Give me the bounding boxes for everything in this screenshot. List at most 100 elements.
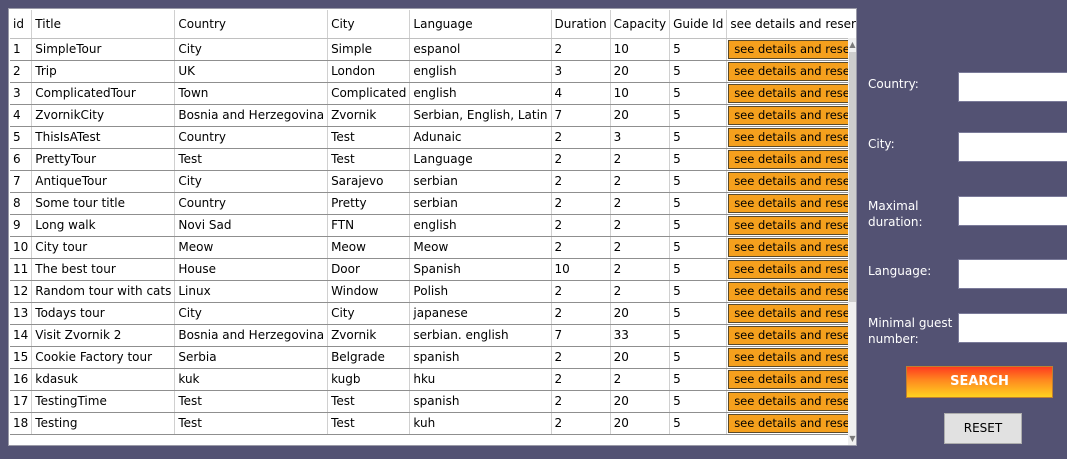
cell-title: Trip [31, 60, 176, 83]
table-row[interactable]: 3 ComplicatedTour Town Complicated english 4 1… [10, 82, 856, 105]
cell-reserve: see details and reserve [726, 236, 856, 259]
cell-guide-id: 5 [669, 60, 728, 83]
see-details-reserve-button[interactable]: see details and reserve [728, 347, 856, 367]
see-details-reserve-button[interactable]: see details and reserve [728, 127, 856, 147]
cell-country: City [174, 302, 329, 325]
cell-reserve: see details and reserve [726, 170, 856, 193]
see-details-reserve-button[interactable]: see details and reserve [728, 259, 856, 279]
cell-country: City [174, 170, 329, 193]
reset-button[interactable]: RESET [944, 413, 1022, 444]
column-header-country[interactable]: Country [174, 10, 329, 39]
cell-duration: 2 [551, 148, 611, 171]
cell-title: ZvornikCity [31, 104, 176, 127]
table-row[interactable]: 15 Cookie Factory tour Serbia Belgrade spani… [10, 346, 856, 369]
see-details-reserve-button[interactable]: see details and reserve [728, 413, 856, 433]
language-input[interactable] [958, 259, 1067, 289]
cell-city: City [327, 302, 411, 325]
column-header-capacity[interactable]: Capacity [610, 10, 671, 39]
search-button[interactable]: SEARCH [906, 366, 1053, 398]
column-header-id[interactable]: id [10, 10, 33, 39]
cell-id: 8 [10, 192, 33, 215]
min-guests-input[interactable] [958, 313, 1067, 343]
cell-language: spanish [409, 346, 552, 369]
cell-language: hku [409, 368, 552, 391]
cell-duration: 2 [551, 236, 611, 259]
cell-reserve: see details and reserve [726, 302, 856, 325]
city-input[interactable] [958, 132, 1067, 162]
table-row[interactable]: 17 TestingTime Test Test spanish 2 20 5 see deta… [10, 390, 856, 413]
see-details-reserve-button[interactable]: see details and reserve [728, 149, 856, 169]
see-details-reserve-button[interactable]: see details and reserve [728, 391, 856, 411]
scroll-up-icon[interactable]: ▲ [848, 38, 856, 52]
table-row[interactable]: 18 Testing Test Test kuh 2 20 5 see details and … [10, 412, 856, 435]
see-details-reserve-button[interactable]: see details and reserve [728, 281, 856, 301]
cell-city: Test [327, 390, 411, 413]
cell-title: ComplicatedTour [31, 82, 176, 105]
cell-city: Belgrade [327, 346, 411, 369]
table-row[interactable]: 10 City tour Meow Meow Meow 2 2 5 see details an… [10, 236, 856, 259]
cell-city: Test [327, 412, 411, 435]
max-duration-label: Maximal duration: [868, 198, 923, 230]
cell-capacity: 20 [610, 346, 671, 369]
cell-country: Test [174, 412, 329, 435]
table-row[interactable]: 7 AntiqueTour City Sarajevo serbian 2 2 5 see de… [10, 170, 856, 193]
see-details-reserve-button[interactable]: see details and reserve [728, 171, 856, 191]
scroll-down-icon[interactable]: ▼ [848, 432, 856, 445]
column-header-language[interactable]: Language [409, 10, 552, 39]
cell-title: Cookie Factory tour [31, 346, 176, 369]
cell-capacity: 2 [610, 192, 671, 215]
cell-id: 2 [10, 60, 33, 83]
country-input[interactable] [958, 72, 1067, 102]
see-details-reserve-button[interactable]: see details and reserve [728, 39, 856, 59]
see-details-reserve-button[interactable]: see details and reserve [728, 83, 856, 103]
table-row[interactable]: 8 Some tour title Country Pretty serbian 2 2 5 s… [10, 192, 856, 215]
column-header-reserve[interactable]: see details and reserve [726, 10, 856, 39]
see-details-reserve-button[interactable]: see details and reserve [728, 105, 856, 125]
cell-title: ThisIsATest [31, 126, 176, 149]
cell-guide-id: 5 [669, 236, 728, 259]
see-details-reserve-button[interactable]: see details and reserve [728, 215, 856, 235]
cell-language: Adunaic [409, 126, 552, 149]
cell-title: The best tour [31, 258, 176, 281]
cell-city: Door [327, 258, 411, 281]
table-row[interactable]: 5 ThisIsATest Country Test Adunaic 2 3 5 see det… [10, 126, 856, 149]
cell-capacity: 2 [610, 214, 671, 237]
table-row[interactable]: 1 SimpleTour City Simple espanol 2 10 5 see deta… [10, 38, 856, 61]
cell-country: Bosnia and Herzegovina [174, 324, 329, 347]
table-row[interactable]: 11 The best tour House Door Spanish 10 2 5 see d… [10, 258, 856, 281]
table-row[interactable]: 4 ZvornikCity Bosnia and Herzegovina Zvorni… [10, 104, 856, 127]
cell-capacity: 20 [610, 390, 671, 413]
see-details-reserve-button[interactable]: see details and reserve [728, 369, 856, 389]
cell-guide-id: 5 [669, 258, 728, 281]
column-header-duration[interactable]: Duration [551, 10, 611, 39]
cell-guide-id: 5 [669, 192, 728, 215]
table-row[interactable]: 6 PrettyTour Test Test Language 2 2 5 see detail… [10, 148, 856, 171]
cell-country: UK [174, 60, 329, 83]
cell-language: english [409, 82, 552, 105]
cell-title: kdasuk [31, 368, 176, 391]
see-details-reserve-button[interactable]: see details and reserve [728, 325, 856, 345]
table-row[interactable]: 16 kdasuk kuk kugb hku 2 2 5 see details and res… [10, 368, 856, 391]
cell-id: 10 [10, 236, 33, 259]
cell-id: 14 [10, 324, 33, 347]
column-header-city[interactable]: City [327, 10, 411, 39]
vertical-scrollbar[interactable]: ▲ ▼ [848, 38, 856, 445]
cell-city: Test [327, 148, 411, 171]
cell-guide-id: 5 [669, 170, 728, 193]
table-row[interactable]: 2 Trip UK London english 3 20 5 see details and … [10, 60, 856, 83]
see-details-reserve-button[interactable]: see details and reserve [728, 61, 856, 81]
column-header-title[interactable]: Title [31, 10, 176, 39]
table-row[interactable]: 12 Random tour with cats Linux Window Polish… [10, 280, 856, 303]
table-row[interactable]: 9 Long walk Novi Sad FTN english 2 2 5 see detai… [10, 214, 856, 237]
cell-id: 9 [10, 214, 33, 237]
cell-reserve: see details and reserve [726, 412, 856, 435]
table-row[interactable]: 14 Visit Zvornik 2 Bosnia and Herzegovina Z… [10, 324, 856, 347]
max-duration-input[interactable] [958, 196, 1067, 226]
see-details-reserve-button[interactable]: see details and reserve [728, 303, 856, 323]
cell-duration: 2 [551, 346, 611, 369]
scrollbar-thumb[interactable] [849, 52, 856, 302]
table-row[interactable]: 13 Todays tour City City japanese 2 20 5 see det… [10, 302, 856, 325]
see-details-reserve-button[interactable]: see details and reserve [728, 237, 856, 257]
see-details-reserve-button[interactable]: see details and reserve [728, 193, 856, 213]
column-header-guide-id[interactable]: Guide Id [669, 10, 728, 39]
